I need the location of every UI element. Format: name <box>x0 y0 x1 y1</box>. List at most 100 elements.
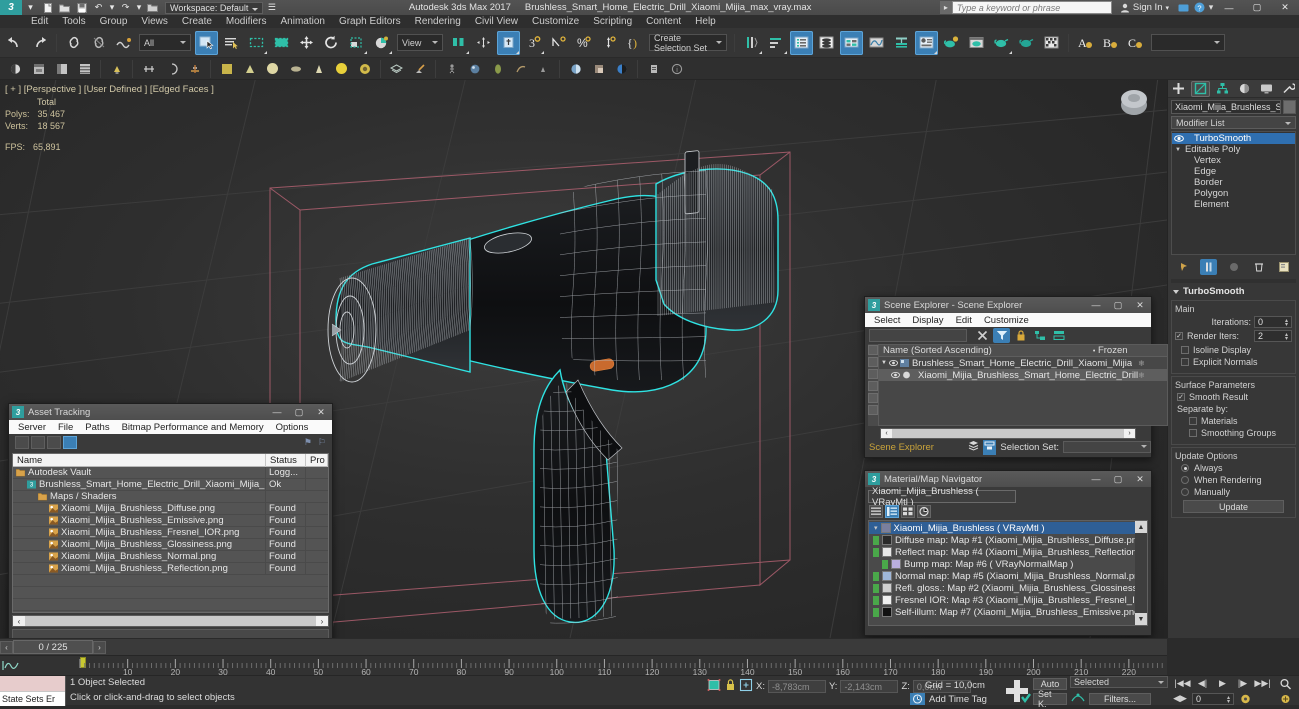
clone-tool-icon[interactable] <box>184 60 205 78</box>
expand-triangle-icon[interactable]: ▼ <box>1175 147 1181 153</box>
select-and-rotate-tool[interactable] <box>320 31 343 55</box>
maximize-button[interactable]: ▢ <box>1243 0 1271 15</box>
align-small-icon[interactable] <box>138 60 159 78</box>
camera-icon[interactable] <box>533 60 554 78</box>
exchange-app-icon[interactable] <box>1175 1 1191 14</box>
smooth-result-checkbox[interactable]: ✓ Smooth Result <box>1177 392 1292 402</box>
close-button[interactable]: ✕ <box>1271 0 1299 15</box>
sphere-primitive-icon[interactable] <box>262 60 283 78</box>
sidebar-all-icon[interactable] <box>868 345 878 355</box>
reference-coordinate-combo[interactable]: View <box>397 34 443 51</box>
scene-maximize-button[interactable]: ▢ <box>1107 297 1129 313</box>
hierarchy-tab[interactable] <box>1213 81 1232 97</box>
stack-item-element[interactable]: Element <box>1172 199 1295 210</box>
scroll-left-icon[interactable]: ‹ <box>13 616 25 626</box>
asset-close-button[interactable]: ✕ <box>310 404 332 420</box>
about-icon[interactable]: i <box>666 60 687 78</box>
asset-row[interactable]: Xiaomi_Mijia_Brushless_Fresnel_IOR.png Fo… <box>13 527 328 539</box>
light-lister-icon[interactable] <box>106 60 127 78</box>
helper-icon[interactable] <box>510 60 531 78</box>
materials-checkbox[interactable]: Materials <box>1189 416 1292 426</box>
modify-tab[interactable] <box>1191 80 1211 97</box>
eye-icon[interactable] <box>891 371 900 379</box>
open-file-icon[interactable] <box>57 1 72 14</box>
sign-in-button[interactable]: Sign In ▾ <box>1120 2 1169 13</box>
absolute-relative-mode-icon[interactable] <box>739 678 753 695</box>
configure-modifier-sets-icon[interactable] <box>1275 259 1292 275</box>
workspace-selector[interactable]: Workspace: Default <box>165 1 264 14</box>
at-help-icon[interactable]: ⚑ <box>304 437 312 448</box>
set-key-button[interactable]: Set K. <box>1033 689 1067 709</box>
expand-triangle-icon[interactable]: ▼ <box>881 360 887 366</box>
selection-lock-toggle[interactable] <box>706 678 722 695</box>
spacing-tool-icon[interactable] <box>161 60 182 78</box>
eye-icon[interactable] <box>1174 134 1184 143</box>
mini-listener[interactable]: State Sets Er <box>0 676 66 706</box>
sidebar-helpers-icon[interactable] <box>868 393 878 403</box>
asset-tracking-grid[interactable]: Name Status Pro Autodesk Vault Logg... 3 Br… <box>12 453 329 613</box>
percent-snap-toggle[interactable] <box>547 31 570 55</box>
scene-row[interactable]: Xiaomi_Mijia_Brushless_Smart_Home_Electr… <box>879 369 1167 381</box>
spinner-arrows-icon[interactable]: ▴ ▾ <box>1225 695 1232 705</box>
mat-minimize-button[interactable]: — <box>1085 471 1107 487</box>
rectangular-selection-region-tool[interactable] <box>245 31 268 55</box>
menu-item-civil-view[interactable]: Civil View <box>468 15 525 28</box>
collapse-all-icon[interactable] <box>1050 328 1067 343</box>
schematic-view-tool[interactable] <box>890 31 913 55</box>
update-option-always[interactable]: Always <box>1181 463 1292 473</box>
isoline-display-checkbox[interactable]: Isoline Display <box>1181 345 1292 355</box>
target-light-icon[interactable] <box>354 60 375 78</box>
object-color-swatch[interactable] <box>1283 100 1296 114</box>
state-sets-icon[interactable] <box>611 60 632 78</box>
asset-row[interactable]: Autodesk Vault Logg... <box>13 467 328 479</box>
menu-item-modifiers[interactable]: Modifiers <box>219 15 274 28</box>
mirror-tool[interactable] <box>740 31 763 55</box>
update-button[interactable]: Update <box>1183 500 1284 513</box>
zoom-icon[interactable] <box>1276 677 1295 690</box>
undo-tool[interactable] <box>3 31 26 55</box>
minimize-button[interactable]: — <box>1215 0 1243 15</box>
render-iters-checkbox[interactable]: ✓ Render Iters: <box>1175 331 1239 341</box>
asset-row[interactable]: Xiaomi_Mijia_Brushless_Diffuse.png Found <box>13 503 328 515</box>
pan-icon[interactable] <box>1276 692 1295 705</box>
new-file-icon[interactable] <box>40 1 55 14</box>
at-checkin-button[interactable] <box>31 436 45 449</box>
mat-close-button[interactable]: ✕ <box>1129 471 1151 487</box>
modifier-list-dropdown[interactable]: Modifier List <box>1171 116 1296 129</box>
at-refresh-button[interactable] <box>63 436 77 449</box>
sidebar-lights-icon[interactable] <box>868 369 878 379</box>
asset-menu-bitmap-performance-and-memory[interactable]: Bitmap Performance and Memory <box>116 422 270 433</box>
select-and-link-tool[interactable] <box>62 31 85 55</box>
stack-item-turbosmooth[interactable]: TurboSmooth <box>1172 133 1295 144</box>
steering-wheel-icon[interactable] <box>1115 86 1153 120</box>
named-set-combo[interactable] <box>1151 34 1225 51</box>
menu-item-edit[interactable]: Edit <box>24 15 55 28</box>
material-row[interactable]: Diffuse map: Map #1 (Xiaomi_Mijia_Brushl… <box>869 534 1135 546</box>
render-setup-small-icon[interactable] <box>28 60 49 78</box>
box-primitive-icon[interactable] <box>216 60 237 78</box>
utilities-tab[interactable] <box>1279 81 1298 97</box>
max-logo-icon[interactable]: 3 <box>0 0 22 15</box>
track-bar[interactable]: 10 20 30 40 50 60 70 80 90 100 110 120 130 140 150 160 1… <box>0 655 1167 675</box>
menu-item-group[interactable]: Group <box>93 15 135 28</box>
asset-row[interactable]: Xiaomi_Mijia_Brushless_Emissive.png Found <box>13 515 328 527</box>
selection-lock-icon[interactable] <box>983 439 997 455</box>
render-region-small-icon[interactable] <box>74 60 95 78</box>
menu-item-graph-editors[interactable]: Graph Editors <box>332 15 408 28</box>
material-row[interactable]: ▾ Xiaomi_Mijia_Brushless ( VRayMtl ) <box>869 522 1135 534</box>
select-by-name-tool[interactable] <box>220 31 243 55</box>
toggle-layer-explorer-tool[interactable] <box>815 31 838 55</box>
current-frame-field[interactable]: 0 ▴ ▾ <box>1192 692 1234 705</box>
create-tab[interactable] <box>1169 81 1188 97</box>
menu-item-customize[interactable]: Customize <box>525 15 586 28</box>
set-project-folder-icon[interactable] <box>145 1 160 14</box>
sidebar-spacewarps-icon[interactable] <box>868 405 878 415</box>
omni-light-icon[interactable] <box>331 60 352 78</box>
script-listener-icon[interactable] <box>643 60 664 78</box>
scene-explorer-list[interactable]: Name (Sorted Ascending) • Frozen ▼ Brushl… <box>878 344 1168 426</box>
explicit-normals-checkbox[interactable]: Explicit Normals <box>1181 357 1292 367</box>
layers-icon[interactable] <box>386 60 407 78</box>
snaps-toggle[interactable] <box>497 30 520 55</box>
time-configuration-icon[interactable] <box>1236 692 1255 705</box>
selection-set-dropdown[interactable] <box>1063 441 1151 453</box>
